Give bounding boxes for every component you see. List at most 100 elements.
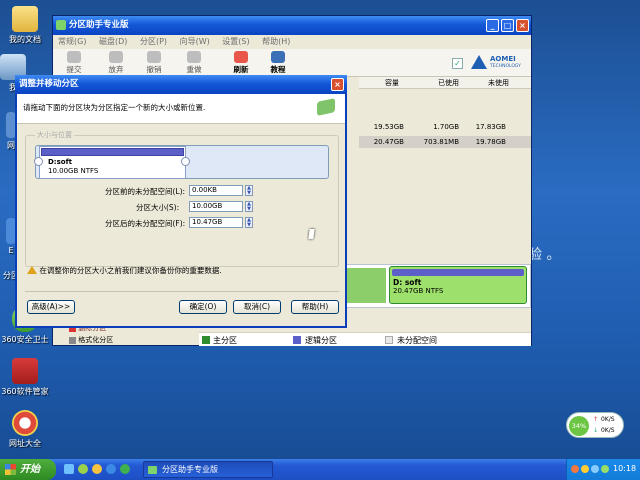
main-window-title: 分区助手专业版: [69, 20, 129, 30]
redo-button[interactable]: 重做: [181, 51, 207, 75]
desktop-watermark: 验 。: [528, 247, 561, 263]
quicklaunch-browser-icon[interactable]: [92, 464, 102, 474]
field-size-spinner[interactable]: ▲ ▼: [245, 201, 253, 212]
minimize-button[interactable]: _: [486, 19, 499, 32]
menu-settings[interactable]: 设置(S): [222, 37, 249, 46]
disk-map-primary-partition[interactable]: [344, 268, 386, 303]
tray-icon-1[interactable]: [571, 465, 579, 473]
quicklaunch-360se-icon[interactable]: [120, 464, 130, 474]
tray-icon-3[interactable]: [591, 465, 599, 473]
field-label-before: 分区前的未分配空间(L):: [105, 187, 186, 196]
legend-label-unallocated: 未分配空间: [397, 336, 437, 345]
dialog-close-button[interactable]: ×: [331, 78, 344, 91]
field-size-input[interactable]: 10.00GB: [189, 201, 243, 212]
tray-icon-4[interactable]: [601, 465, 609, 473]
tray-icon-2[interactable]: [581, 465, 589, 473]
desktop-icon-360-software[interactable]: 360软件管家: [0, 358, 50, 397]
refresh-icon: [234, 51, 248, 63]
dialog-instruction: 请拖动下面的分区块为分区指定一个新的大小或新位置.: [23, 103, 206, 112]
close-button[interactable]: ×: [516, 19, 529, 32]
menu-partition[interactable]: 分区(P): [140, 37, 167, 46]
legend-swatch-primary: [202, 336, 210, 344]
app-icon: [56, 20, 66, 30]
tutorial-button[interactable]: 教程: [265, 51, 291, 75]
column-free[interactable]: 未使用: [469, 78, 509, 88]
disk-map-partition-d[interactable]: D: soft 20.47GB NTFS: [389, 266, 527, 304]
field-before-spinner[interactable]: ▲ ▼: [245, 185, 253, 196]
tray-clock: 10:18: [613, 464, 637, 473]
monitor-percent: 34%: [569, 416, 589, 436]
field-label-size: 分区大小(S):: [136, 203, 180, 212]
column-capacity[interactable]: 容量: [359, 78, 399, 88]
warning-row: 在调整你的分区大小之前我们建议你备份你的重要数据.: [27, 265, 222, 276]
field-before-input[interactable]: 0.00KB: [189, 185, 243, 196]
quicklaunch-360-icon[interactable]: [78, 464, 88, 474]
commit-button[interactable]: 提交: [61, 51, 87, 75]
cancel-button[interactable]: 取消(C): [233, 300, 281, 314]
toolbar: 提交 放弃 撤销 重做 刷新 教程 ✓ AOMEI TECHNOLOGY: [53, 49, 531, 77]
legend-swatch-logical: [293, 336, 301, 344]
task-app-icon: [148, 466, 157, 474]
quicklaunch-desktop-icon[interactable]: [64, 464, 74, 474]
network-monitor-widget[interactable]: 34% ↑ 0K/S ↓ 0K/S: [566, 412, 624, 438]
main-window-titlebar[interactable]: 分区助手专业版 _ □ ×: [53, 16, 531, 35]
partition-slider-block[interactable]: D:soft 10.00GB NTFS: [39, 146, 186, 179]
menu-help[interactable]: 帮助(H): [262, 37, 290, 46]
ok-button[interactable]: 确定(O): [179, 300, 227, 314]
quicklaunch-ie-icon[interactable]: [106, 464, 116, 474]
folder-documents-icon: [12, 6, 38, 32]
taskbar: 开始 分区助手专业版 10:18: [0, 459, 640, 480]
monitor-down: 0K/S: [601, 427, 615, 434]
download-arrow-icon: ↓: [593, 427, 599, 434]
disk-resize-icon: [317, 98, 335, 116]
tutorial-icon: [271, 51, 285, 63]
dialog-title: 调整并移动分区: [19, 79, 79, 89]
size-position-group-label: 大小与位置: [35, 130, 74, 140]
resize-handle-left[interactable]: [34, 157, 43, 166]
upload-arrow-icon: ↑: [593, 416, 599, 423]
monitor-up: 0K/S: [601, 416, 615, 423]
legend-label-primary: 主分区: [213, 336, 237, 345]
menu-general[interactable]: 常规(G): [58, 37, 86, 46]
menu-wizard[interactable]: 向导(W): [180, 37, 210, 46]
taskbar-task-partition-assistant[interactable]: 分区助手专业版: [143, 461, 273, 478]
toolbar-check-icon[interactable]: ✓: [452, 58, 463, 69]
start-button[interactable]: 开始: [0, 459, 56, 480]
legend-bar: 主分区 逻辑分区 未分配空间: [199, 332, 531, 346]
resize-handle-right[interactable]: [181, 157, 190, 166]
refresh-button[interactable]: 刷新: [228, 51, 254, 75]
field-after-spinner[interactable]: ▲ ▼: [245, 217, 253, 228]
advanced-button[interactable]: 高级(A)>>: [27, 300, 75, 314]
field-label-after: 分区后的未分配空间(F):: [105, 219, 186, 228]
software-manager-icon: [12, 358, 38, 384]
legend-swatch-unallocated: [385, 336, 393, 344]
partition-table-row-selected[interactable]: 20.47GB 703.81MB 19.78GB: [359, 136, 531, 148]
desktop-icon-my-documents[interactable]: 我的文档: [0, 6, 50, 45]
commit-icon: [67, 51, 81, 63]
partition-table-row[interactable]: 19.53GB 1.70GB 17.83GB: [359, 123, 527, 134]
discard-button[interactable]: 放弃: [103, 51, 129, 75]
aomei-logo-mark: [471, 55, 487, 69]
menu-bar: 常规(G) 磁盘(D) 分区(P) 向导(W) 设置(S) 帮助(H): [53, 35, 531, 49]
column-used[interactable]: 已使用: [415, 78, 459, 88]
discard-icon: [109, 51, 123, 63]
help-button[interactable]: 帮助(H): [291, 300, 339, 314]
undo-button[interactable]: 撤销: [141, 51, 167, 75]
desktop-icon-browser[interactable]: 网址大全: [0, 410, 50, 449]
legend-label-logical: 逻辑分区: [305, 336, 337, 345]
browser-icon: [12, 410, 38, 436]
dialog-titlebar[interactable]: 调整并移动分区 ×: [15, 75, 347, 94]
warning-icon: [27, 266, 37, 274]
menu-disk[interactable]: 磁盘(D): [99, 37, 127, 46]
side-item-format[interactable]: 格式化分区: [69, 335, 113, 345]
resize-move-dialog[interactable]: 调整并移动分区 × 请拖动下面的分区块为分区指定一个新的大小或新位置. 大小与位…: [15, 75, 347, 328]
field-after-input[interactable]: 10.47GB: [189, 217, 243, 228]
aomei-logo: AOMEI TECHNOLOGY: [471, 53, 527, 75]
redo-icon: [187, 51, 201, 63]
maximize-button[interactable]: □: [501, 19, 514, 32]
partition-table-header: 容量 已使用 未使用: [359, 77, 531, 89]
dialog-header: 请拖动下面的分区块为分区指定一个新的大小或新位置.: [17, 94, 345, 124]
undo-icon: [147, 51, 161, 63]
system-tray: 10:18: [566, 459, 640, 480]
format-partition-icon: [69, 336, 76, 344]
